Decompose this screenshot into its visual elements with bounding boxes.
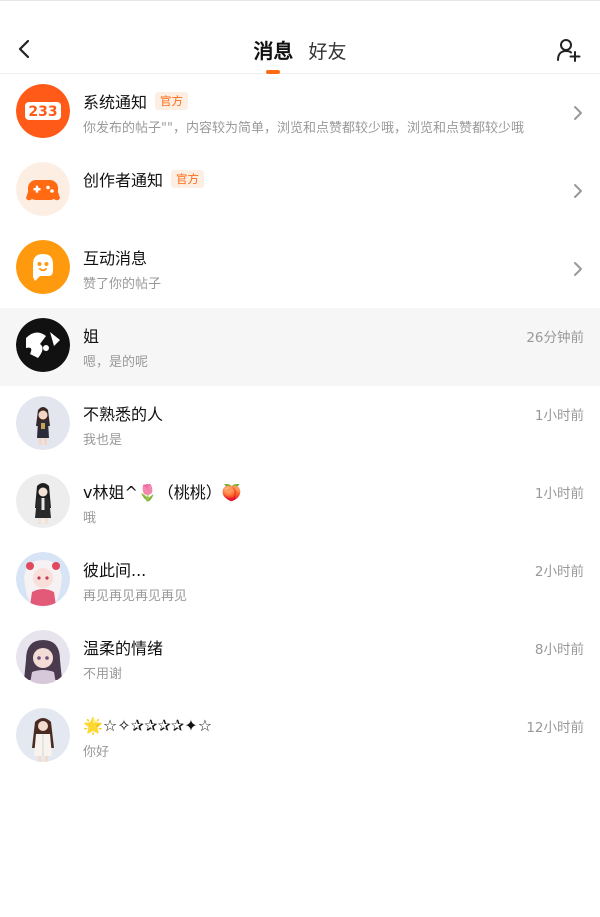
conversation-row[interactable]: 姐 嗯，是的呢 26分钟前 bbox=[0, 308, 600, 386]
last-message: 嗯，是的呢 bbox=[83, 355, 149, 370]
item-preview: 你发布的帖子""，内容较为简单，浏览和点赞都较少哦，浏览和点赞都较少哦 bbox=[83, 121, 524, 136]
contact-name: 姐 bbox=[83, 327, 100, 346]
avatar bbox=[16, 552, 70, 606]
contact-name: 不熟悉的人 bbox=[83, 405, 164, 424]
official-badge: 官方 bbox=[171, 170, 205, 188]
gamepad-icon bbox=[16, 162, 70, 216]
ghost-chat-icon bbox=[16, 240, 70, 294]
header: 消息 好友 bbox=[0, 1, 600, 74]
official-badge: 官方 bbox=[155, 92, 189, 110]
message-list: 233 系统通知 官方 你发布的帖子""，内容较为简单，浏览和点赞都较少哦，浏览… bbox=[0, 74, 600, 776]
last-message: 不用谢 bbox=[83, 667, 123, 682]
conversation-row[interactable]: 不熟悉的人 我也是 1小时前 bbox=[0, 386, 600, 464]
message-time: 26分钟前 bbox=[526, 330, 584, 346]
last-message: 我也是 bbox=[83, 433, 123, 448]
message-time: 12小时前 bbox=[526, 720, 584, 736]
conversation-row[interactable]: 温柔的情绪 不用谢 8小时前 bbox=[0, 620, 600, 698]
chevron-right-icon bbox=[574, 262, 582, 276]
item-name: 系统通知 bbox=[83, 93, 148, 112]
avatar bbox=[16, 708, 70, 762]
conversation-row[interactable]: 🌟☆✧✰✰✰✰✦☆ 你好 12小时前 bbox=[0, 698, 600, 776]
interaction-messages-row[interactable]: 互动消息 赞了你的帖子 bbox=[0, 230, 600, 308]
contact-name: 彼此间... bbox=[83, 561, 147, 580]
tab-bar: 消息 好友 bbox=[0, 35, 600, 74]
233-logo-icon: 233 bbox=[16, 84, 70, 138]
avatar bbox=[16, 396, 70, 450]
creator-notification-row[interactable]: 创作者通知 官方 bbox=[0, 152, 600, 230]
chevron-right-icon bbox=[574, 184, 582, 198]
svg-text:233: 233 bbox=[28, 104, 57, 120]
item-preview: 赞了你的帖子 bbox=[83, 277, 162, 292]
item-name: 创作者通知 bbox=[83, 171, 164, 190]
last-message: 哦 bbox=[83, 511, 97, 526]
contact-name: 🌟☆✧✰✰✰✰✦☆ bbox=[83, 715, 213, 735]
conversation-row[interactable]: 彼此间... 再见再见再见再见 2小时前 bbox=[0, 542, 600, 620]
avatar bbox=[16, 630, 70, 684]
chevron-right-icon bbox=[574, 106, 582, 120]
message-time: 8小时前 bbox=[534, 642, 584, 658]
avatar bbox=[16, 474, 70, 528]
avatar bbox=[16, 318, 70, 372]
add-user-icon bbox=[557, 39, 581, 62]
item-name: 互动消息 bbox=[83, 249, 148, 268]
tab-friends[interactable]: 好友 bbox=[309, 37, 347, 64]
last-message: 你好 bbox=[83, 745, 110, 760]
contact-name: v林姐^🌷（桃桃）🍑 bbox=[83, 483, 242, 502]
message-time: 1小时前 bbox=[534, 486, 584, 502]
conversation-row[interactable]: v林姐^🌷（桃桃）🍑 哦 1小时前 bbox=[0, 464, 600, 542]
message-time: 1小时前 bbox=[534, 408, 584, 424]
last-message: 再见再见再见再见 bbox=[83, 589, 188, 604]
contact-name: 温柔的情绪 bbox=[83, 639, 164, 658]
tab-messages[interactable]: 消息 bbox=[253, 35, 293, 74]
message-time: 2小时前 bbox=[534, 564, 584, 580]
system-notification-row[interactable]: 233 系统通知 官方 你发布的帖子""，内容较为简单，浏览和点赞都较少哦，浏览… bbox=[0, 74, 600, 152]
add-friend-button[interactable] bbox=[556, 37, 582, 63]
